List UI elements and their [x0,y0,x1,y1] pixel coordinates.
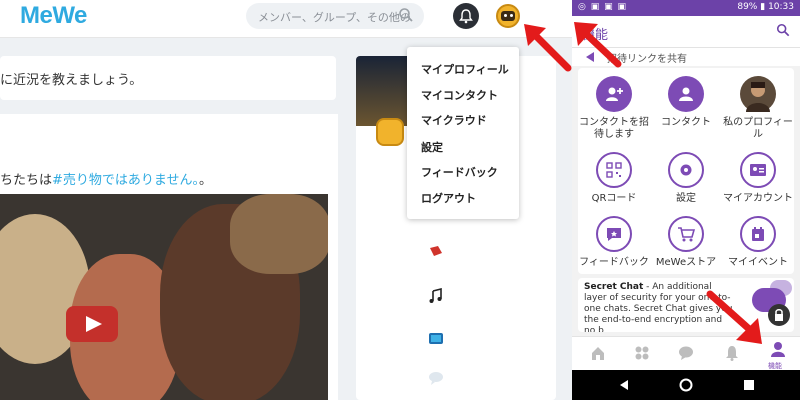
profile-photo [740,76,776,112]
battery-text: 89% [737,2,758,12]
red-arrow-icon [524,24,572,72]
notifications-bell-icon[interactable] [453,3,479,29]
chat-icon[interactable] [428,370,444,389]
back-icon[interactable] [618,379,630,391]
post-text: ちたちは#売り物ではありません。。 [0,169,212,188]
qr-code-icon [596,152,632,188]
groups-icon[interactable] [634,345,650,361]
avatar-eye [510,14,513,17]
search-icon[interactable] [398,7,414,23]
cart-icon [668,216,704,252]
red-arrow-icon [706,290,762,344]
id-card-icon [740,152,776,188]
android-system-nav [572,370,800,400]
feature-label: マイイベント [728,257,788,268]
feedback-icon [596,216,632,252]
search-placeholder: メンバー、グループ、その他の [258,11,411,24]
feature-label: 私のプロフィール [723,117,793,140]
menu-item-my-profile[interactable]: マイプロフィール [421,61,509,77]
chat-icon[interactable] [678,345,694,361]
search-icon[interactable] [776,23,790,37]
mewe-logo[interactable]: MeWe [20,2,87,30]
feature-settings[interactable]: 設定 [650,152,722,205]
desktop-screenshot: MeWe メンバー、グループ、その他の に近況を教えましょう。 ちたちは#売り物… [0,0,572,400]
feature-label: 設定 [676,193,696,204]
menu-item-logout[interactable]: ログアウト [421,190,476,206]
secret-chat-title: Secret Chat [584,282,644,292]
android-screenshot: ◎ ▣ ▣ ▣ 89% ▮ 10:33 機能 招待リンクを共有 コンタクトを招待… [572,0,800,400]
video-thumbnail[interactable] [0,194,328,400]
book-icon[interactable] [428,244,444,263]
feature-feedback[interactable]: フィードバック [578,216,650,269]
feature-label: フィードバック [579,257,649,268]
feature-contacts[interactable]: コンタクト [650,76,722,129]
feature-qr-code[interactable]: QRコード [578,152,650,205]
feature-label: コンタクトを招待します [579,117,649,140]
avatar-eye [504,14,507,17]
play-button-icon[interactable] [66,306,118,342]
add-contact-icon [596,76,632,112]
person-icon[interactable] [770,341,786,357]
video-figure [230,194,328,274]
feature-my-account[interactable]: マイアカウント [722,152,794,205]
status-icons: ◎ ▣ ▣ ▣ [578,2,627,12]
music-icon[interactable] [428,287,444,307]
contact-icon [668,76,704,112]
red-arrow-icon [574,22,622,68]
feature-grid: コンタクトを招待します コンタクト 私のプロフィール QRコード 設定 マイアカ… [578,68,794,274]
status-bar: ◎ ▣ ▣ ▣ 89% ▮ 10:33 [572,0,800,16]
post-hashtag[interactable]: #売り物ではありません。 [52,173,199,188]
recents-icon[interactable] [744,380,754,390]
post-text-suffix: 。 [199,173,213,188]
search-input[interactable]: メンバー、グループ、その他の [246,3,424,29]
status-prompt: に近況を教えましょう。 [0,73,143,88]
feature-invite-contacts[interactable]: コンタクトを招待します [578,76,650,141]
feature-my-profile[interactable]: 私のプロフィール [722,76,794,141]
calendar-icon [740,216,776,252]
status-composer[interactable]: に近況を教えましょう。 [0,56,336,100]
feature-label: コンタクト [661,117,711,128]
menu-item-settings[interactable]: 設定 [421,139,443,155]
home-button-icon[interactable] [679,378,693,392]
side-avatar[interactable] [376,118,404,146]
menu-item-my-cloud[interactable]: マイクラウド [421,112,487,128]
bell-icon[interactable] [724,345,740,361]
status-right: 89% ▮ 10:33 [737,2,794,12]
tv-icon[interactable] [428,330,444,349]
feature-mewe-store[interactable]: MeWeストア [650,216,722,269]
feature-label: QRコード [591,193,637,204]
menu-item-feedback[interactable]: フィードバック [421,164,498,180]
menu-item-my-contacts[interactable]: マイコンタクト [421,87,498,103]
lock-icon [768,304,790,326]
top-bar: MeWe メンバー、グループ、その他の [0,0,572,38]
user-avatar-button[interactable] [496,4,520,28]
post-text-prefix: ちたちは [0,173,53,188]
home-icon[interactable] [590,345,606,361]
feature-label: MeWeストア [655,257,717,268]
feature-my-events[interactable]: マイイベント [722,216,794,269]
feature-label: マイアカウント [723,193,793,204]
gear-icon [668,152,704,188]
clock-text: 10:33 [768,2,794,12]
profile-dropdown-menu: マイプロフィール マイコンタクト マイクラウド 設定 フィードバック ログアウト [407,47,519,219]
